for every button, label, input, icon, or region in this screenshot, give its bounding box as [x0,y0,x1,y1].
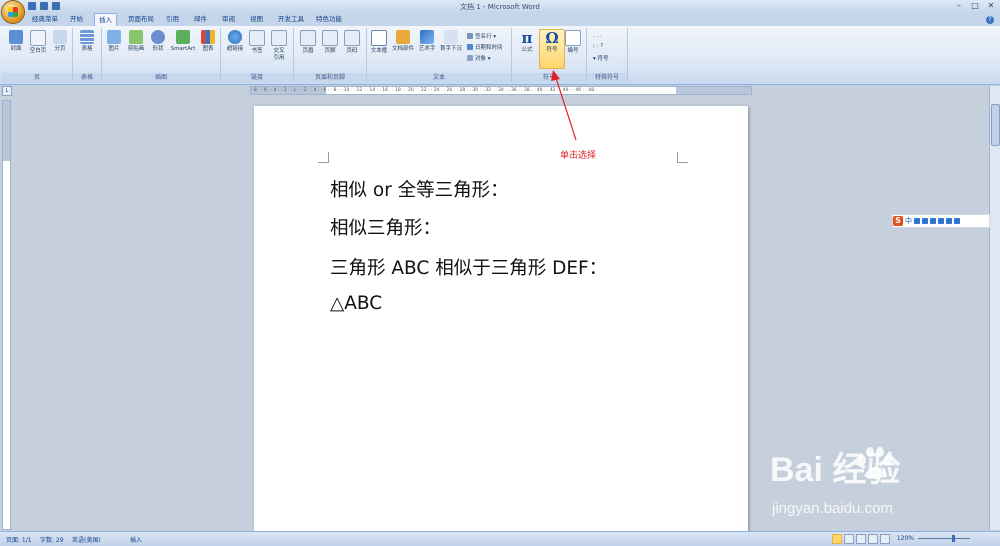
draft-view-icon[interactable] [880,534,890,544]
ime-mode[interactable]: 中 [905,216,912,226]
microphone-icon[interactable] [930,218,936,224]
toolbox-icon[interactable] [954,218,960,224]
watermark-url: jingyan.baidu.com [772,500,893,517]
view-buttons [832,534,890,544]
status-word-count[interactable]: 字数: 29 [40,535,64,544]
watermark-line1: Bai 经验 [770,451,901,489]
keyboard-icon[interactable] [938,218,944,224]
office-button[interactable] [2,1,24,23]
sogou-logo-icon: S [893,216,903,226]
baidu-watermark: Bai 经验 jingyan.baidu.com [770,442,990,526]
web-layout-icon[interactable] [856,534,866,544]
status-page[interactable]: 页面: 1/1 [6,535,32,544]
zoom-slider[interactable] [918,535,970,542]
full-screen-reading-icon[interactable] [844,534,854,544]
punctuation-icon[interactable] [914,218,920,224]
status-insert-mode[interactable]: 插入 [130,535,142,544]
print-layout-view-icon[interactable] [832,534,842,544]
zoom-level[interactable]: 120% [897,535,914,542]
status-language[interactable]: 英语(美国) [72,535,101,544]
annotation-label: 单击选择 [560,151,597,161]
ime-toolbar[interactable]: S 中 [892,214,990,228]
skin-icon[interactable] [946,218,952,224]
outline-view-icon[interactable] [868,534,878,544]
status-bar: 页面: 1/1 字数: 29 英语(美国) 插入 120% [0,531,1000,546]
emoji-icon[interactable] [922,218,928,224]
